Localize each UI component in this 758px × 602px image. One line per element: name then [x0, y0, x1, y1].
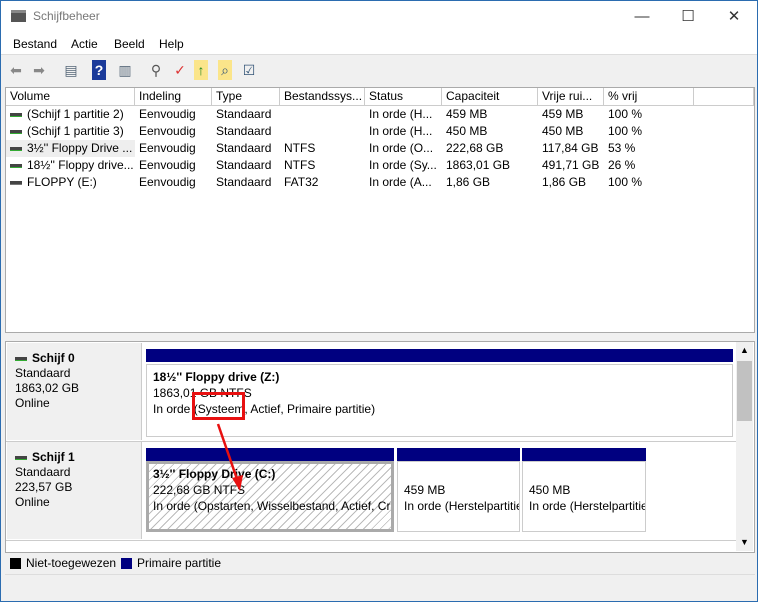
- annotation-arrow: [216, 423, 243, 491]
